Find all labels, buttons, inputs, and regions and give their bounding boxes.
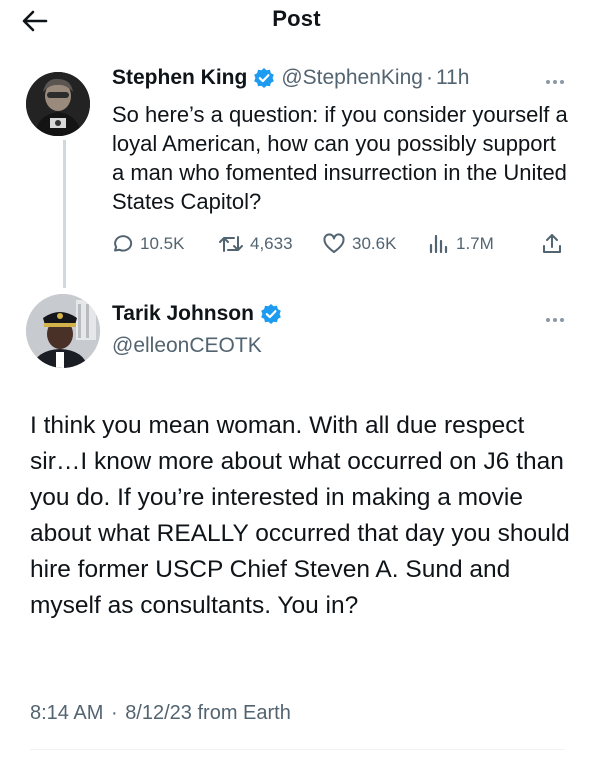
avatar-stephen-king[interactable] xyxy=(26,72,90,136)
post-time[interactable]: 8:14 AM xyxy=(30,702,103,724)
reply-count: 10.5K xyxy=(140,234,185,253)
page-title: Post xyxy=(272,6,321,31)
thread-connector xyxy=(63,140,66,288)
views-button[interactable]: 1.7M xyxy=(428,230,494,258)
verified-badge-icon xyxy=(261,304,281,324)
separator-dot: · xyxy=(425,66,433,89)
post-source: from Earth xyxy=(197,702,291,724)
reply-author-row: Tarik Johnson xyxy=(112,302,288,326)
post-metadata: 8:14 AM · 8/12/23 from Earth xyxy=(30,702,291,725)
more-button[interactable] xyxy=(540,74,570,90)
verified-badge-icon xyxy=(254,68,275,88)
more-button[interactable] xyxy=(540,312,570,328)
post-time[interactable]: 11h xyxy=(436,66,469,90)
views-icon xyxy=(429,234,448,254)
more-icon xyxy=(546,318,550,322)
author-handle[interactable]: @StephenKing xyxy=(281,66,423,90)
repost-icon xyxy=(219,236,243,252)
separator-dot: · xyxy=(110,702,118,724)
author-handle[interactable]: @elleonCEOTK xyxy=(112,334,262,358)
top-bar: Post xyxy=(0,0,593,42)
avatar-image xyxy=(26,294,100,368)
reply-post-text: I think you mean woman. With all due res… xyxy=(30,412,570,619)
view-count: 1.7M xyxy=(456,234,494,253)
more-icon xyxy=(546,80,550,84)
like-button[interactable]: 30.6K xyxy=(322,230,396,258)
author-name[interactable]: Tarik Johnson xyxy=(112,302,254,326)
reply-icon xyxy=(114,235,133,252)
author-name[interactable]: Stephen King xyxy=(112,66,247,90)
avatar-tarik-johnson[interactable] xyxy=(26,294,100,368)
repost-count: 4,633 xyxy=(250,234,293,253)
share-icon xyxy=(543,234,561,253)
like-icon xyxy=(323,233,345,253)
parent-post-text: So here’s a question: if you consider yo… xyxy=(112,102,568,214)
post-action-bar: 10.5K 4,633 30.6K 1.7M xyxy=(110,230,566,258)
parent-author-row: Stephen King @StephenKing · 11h xyxy=(112,66,469,90)
share-button[interactable] xyxy=(540,230,564,258)
repost-button[interactable]: 4,633 xyxy=(218,230,293,258)
post-date[interactable]: 8/12/23 xyxy=(125,702,192,724)
like-count: 30.6K xyxy=(352,234,397,253)
avatar-image xyxy=(26,72,90,136)
reply-button[interactable]: 10.5K xyxy=(110,230,184,258)
divider xyxy=(30,749,565,750)
